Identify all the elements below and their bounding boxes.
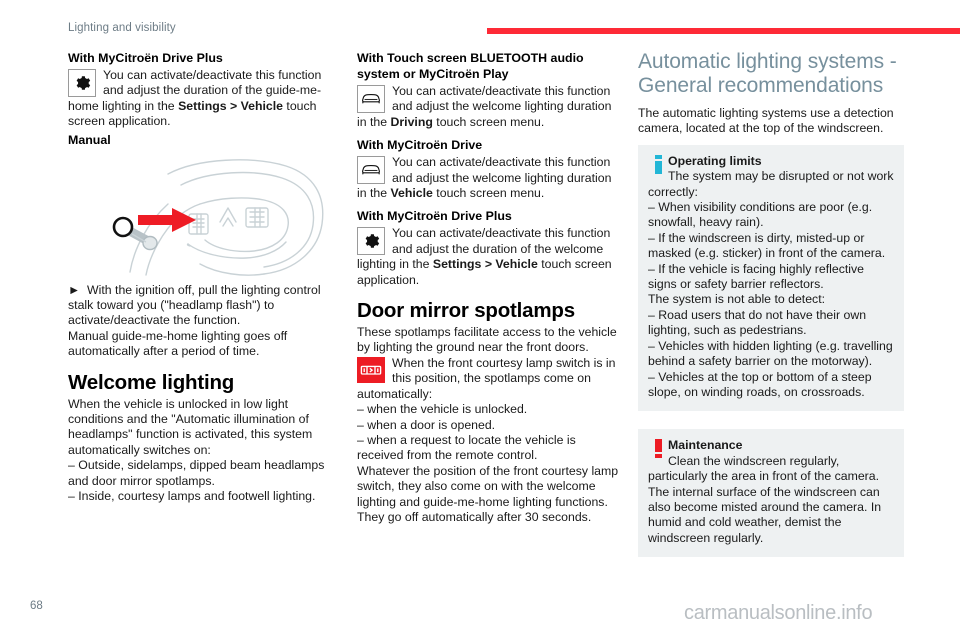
heading-bluetooth-system: With Touch screen BLUETOOTH audio system… <box>357 51 584 81</box>
info-bar-icon <box>648 154 668 180</box>
page-number: 68 <box>30 600 43 612</box>
maintenance-title: Maintenance <box>668 438 743 453</box>
page-header: Lighting and visibility <box>0 0 960 40</box>
drive-plus-guide-text: You can activate/deactivate this functio… <box>68 68 321 128</box>
bluetooth-welcome-text-2: in the <box>357 114 391 129</box>
spotlamps-switch-text-1: When the front courtesy lamp switch is i… <box>392 355 616 386</box>
maintenance-body: particularly the area in front of the ca… <box>648 469 882 545</box>
heading-drive-plus-guide: With MyCitroën Drive Plus <box>68 51 223 65</box>
welcome-item-2: – Inside, courtesy lamps and footwell li… <box>68 489 316 504</box>
chapter-title: Lighting and visibility <box>68 22 176 34</box>
car-front-icon <box>357 156 385 185</box>
operating-limits-lead-text: The system may be disrupted or not work <box>668 169 894 184</box>
bluetooth-welcome-text-1: You can activate/deactivate this functio… <box>392 84 612 114</box>
spotlamps-item-3: – when a request to locate the vehicle i… <box>357 432 576 463</box>
header-red-rule <box>487 28 960 34</box>
manual-note: Manual guide-me-home lighting goes off a… <box>68 328 288 359</box>
gear-icon <box>357 227 385 256</box>
gear-icon <box>68 69 96 97</box>
operating-limits-item-3: – If the vehicle is facing highly reflec… <box>648 261 864 292</box>
steering-wheel-illustration <box>68 152 330 277</box>
heading-mycitroen-drive: With MyCitroën Drive <box>357 138 483 153</box>
heading-welcome-lighting: Welcome lighting <box>68 370 235 394</box>
spotlamps-switch-block: When the front courtesy lamp switch is i… <box>357 356 619 402</box>
column-3: Automatic lighting systems - General rec… <box>638 50 904 558</box>
operating-limits-item2-2: – Vehicles with hidden lighting (e.g. tr… <box>648 338 893 369</box>
spotlamps-outro: Whatever the position of the front court… <box>357 463 619 524</box>
spotlamps-item-1: – when the vehicle is unlocked. <box>357 402 528 417</box>
manual-step: ► With the ignition off, pull the lighti… <box>68 283 330 329</box>
bluetooth-welcome-block: You can activate/deactivate this functio… <box>357 84 619 130</box>
drive-plus-guide-path: Settings > Vehicle <box>178 98 283 113</box>
drive-welcome-text-2: in the <box>357 186 391 201</box>
bluetooth-welcome-text-3: touch screen menu. <box>432 114 545 129</box>
drive-plus-welcome-path: Settings > Vehicle <box>432 257 538 272</box>
operating-limits-subhead: The system is not able to detect: <box>648 292 826 307</box>
operating-limits-item2-1: – Road users that do not have their own … <box>648 307 867 338</box>
operating-limits-item-2: – If the windscreen is dirty, misted-up … <box>648 230 886 261</box>
drive-welcome-block: You can activate/deactivate this functio… <box>357 155 619 201</box>
heading-door-mirror-spotlamps: Door mirror spotlamps <box>357 299 575 323</box>
welcome-intro: When the vehicle is unlocked in low ligh… <box>68 396 313 457</box>
heading-automatic-lighting-systems: Automatic lighting systems - General rec… <box>638 50 897 97</box>
spotlamps-item-2: – when a door is opened. <box>357 417 496 432</box>
manual-step-text: With the ignition off, pull the lighting… <box>68 282 321 328</box>
welcome-item-1: – Outside, sidelamps, dipped beam headla… <box>68 458 325 488</box>
maintenance-callout: Maintenance Clean the windscreen regular… <box>638 429 904 558</box>
operating-limits-title: Operating limits <box>668 153 762 168</box>
drive-plus-welcome-text: You can activate/deactivate this functio… <box>357 226 612 286</box>
operating-limits-lead: The system may be disrupted or not work <box>648 169 894 184</box>
heading-manual: Manual <box>68 132 111 147</box>
drive-plus-welcome-text-2: lighting in the <box>357 257 433 272</box>
drive-plus-guide-text-2: home lighting in the <box>68 98 179 113</box>
drive-plus-guide-block: You can activate/deactivate this functio… <box>68 68 330 130</box>
spotlamps-switch-text-2: automatically: <box>357 386 433 401</box>
exclamation-icon <box>648 438 668 464</box>
drive-welcome-text: You can activate/deactivate this functio… <box>357 155 611 200</box>
drive-welcome-text-3: touch screen menu. <box>432 186 545 201</box>
courtesy-lamp-icon <box>357 356 385 383</box>
operating-limits-item-1: – When visibility conditions are poor (e… <box>648 200 873 230</box>
drive-welcome-text-1: You can activate/deactivate this functio… <box>392 155 612 185</box>
car-front-icon <box>357 85 385 113</box>
maintenance-lead: Clean the windscreen regularly, <box>668 453 840 468</box>
auto-lighting-intro: The automatic lighting systems use a det… <box>638 106 894 136</box>
drive-plus-guide-text-1: You can activate/deactivate this functio… <box>103 68 322 98</box>
drive-menu-name: Vehicle <box>390 186 433 201</box>
bluetooth-menu-name: Driving <box>390 114 433 129</box>
spotlamps-switch-text: When the front courtesy lamp switch is i… <box>357 356 615 401</box>
drive-plus-welcome-text-1: You can activate/deactivate this functio… <box>392 226 611 256</box>
bluetooth-welcome-text: You can activate/deactivate this functio… <box>357 84 611 129</box>
step-arrow-icon: ► <box>68 282 81 297</box>
column-2: With Touch screen BLUETOOTH audio system… <box>357 50 619 525</box>
operating-limits-lead-cont: correctly: <box>648 184 698 199</box>
heading-mycitroen-drive-plus: With MyCitroën Drive Plus <box>357 209 512 224</box>
site-watermark: carmanualsonline.info <box>684 602 873 624</box>
spotlamps-intro: These spotlamps facilitate access to the… <box>357 325 617 355</box>
operating-limits-item2-3: – Vehicles at the top or bottom of a ste… <box>648 369 872 399</box>
operating-limits-callout: Operating limits The system may be disru… <box>638 144 904 412</box>
column-1: With MyCitroën Drive Plus You can activa… <box>68 50 330 505</box>
drive-plus-welcome-block: You can activate/deactivate this functio… <box>357 226 619 288</box>
